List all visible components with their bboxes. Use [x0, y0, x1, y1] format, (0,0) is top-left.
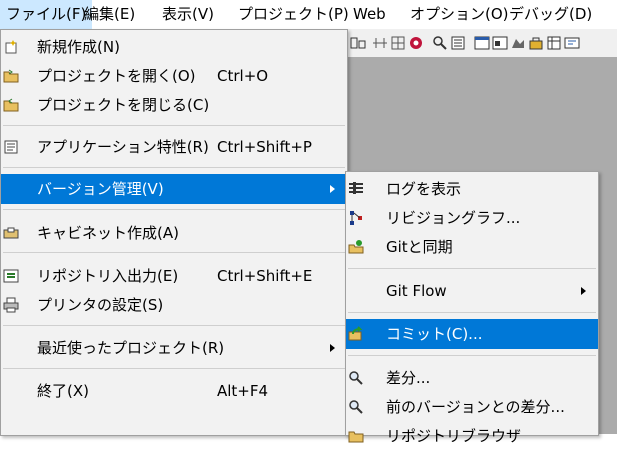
submenu-arrow-icon: [581, 287, 586, 295]
align-icon[interactable]: [350, 35, 366, 51]
menu-edit[interactable]: 編集(E): [78, 0, 141, 29]
menu-project[interactable]: プロジェクト(P): [232, 0, 355, 29]
open-folder-icon: [3, 69, 19, 83]
menu-item-label: キャビネット作成(A): [37, 224, 179, 242]
menu-view[interactable]: 表示(V): [156, 0, 220, 29]
menu-item-label: Gitと同期: [386, 238, 453, 256]
toolbar: [346, 29, 617, 58]
menu-separator: [348, 268, 596, 269]
menu-separator: [3, 125, 345, 126]
version-control-submenu: ログを表示 リビジョングラフ... Gitと同期 Git Flow コミット(C…: [345, 171, 599, 445]
file-menu: 新規作成(N) プロジェクトを開く(O) Ctrl+O プロジェクトを閉じる(C…: [0, 29, 348, 436]
menu-item-label: アプリケーション特性(R): [37, 138, 209, 156]
menu-item-diff-previous[interactable]: 前のバージョンとの差分...: [346, 392, 598, 422]
menu-separator: [348, 312, 596, 313]
menu-item-label: 新規作成(N): [37, 38, 120, 56]
menu-item-commit[interactable]: コミット(C)...: [346, 319, 598, 349]
menu-item-diff[interactable]: 差分...: [346, 363, 598, 393]
menu-item-show-log[interactable]: ログを表示: [346, 174, 598, 204]
menu-item-label: リポジトリ入出力(E): [37, 267, 179, 285]
menu-item-label: プロジェクトを開く(O): [37, 67, 196, 85]
data-view-icon[interactable]: [546, 35, 562, 51]
menu-separator: [3, 252, 345, 253]
menu-item-shortcut: Ctrl+Shift+P: [217, 138, 312, 156]
menu-item-label: プロジェクトを閉じる(C): [37, 96, 210, 114]
menu-item-git-sync[interactable]: Gitと同期: [346, 232, 598, 262]
menu-item-git-flow[interactable]: Git Flow: [346, 276, 598, 306]
menu-item-version-control[interactable]: バージョン管理(V): [1, 174, 347, 204]
menu-item-new[interactable]: 新規作成(N): [1, 32, 347, 62]
submenu-arrow-icon: [330, 344, 335, 352]
repository-browser-icon: [348, 431, 364, 443]
menu-item-repository-io[interactable]: リポジトリ入出力(E) Ctrl+Shift+E: [1, 261, 347, 291]
menu-item-exit[interactable]: 終了(X) Alt+F4: [1, 376, 347, 406]
toolbox-icon[interactable]: [528, 35, 544, 51]
menu-item-open-project[interactable]: プロジェクトを開く(O) Ctrl+O: [1, 61, 347, 91]
menu-item-label: 前のバージョンとの差分...: [386, 398, 565, 416]
menu-item-close-project[interactable]: プロジェクトを閉じる(C): [1, 90, 347, 120]
menu-bar: ファイル(F) 編集(E) 表示(V) プロジェクト(P) Web オプション(…: [0, 0, 617, 30]
visual-data-manager-icon[interactable]: [564, 35, 580, 51]
app-properties-icon: [4, 140, 18, 154]
diff-magnifier-icon: [349, 371, 363, 385]
new-project-icon: [5, 40, 17, 54]
record-icon[interactable]: [408, 35, 424, 51]
menu-item-label: 最近使ったプロジェクト(R): [37, 339, 225, 357]
distribute-icon[interactable]: [372, 35, 388, 51]
menu-separator: [348, 355, 596, 356]
menu-item-repository-browser[interactable]: リポジトリブラウザ: [346, 421, 598, 451]
menu-options[interactable]: オプション(O): [404, 0, 515, 29]
menu-item-shortcut: Alt+F4: [217, 382, 269, 400]
menu-item-label: コミット(C)...: [386, 325, 483, 343]
menu-item-label: バージョン管理(V): [37, 180, 164, 198]
menu-item-app-properties[interactable]: アプリケーション特性(R) Ctrl+Shift+P: [1, 132, 347, 162]
menu-item-label: プリンタの設定(S): [37, 296, 164, 314]
printer-icon: [3, 297, 19, 313]
menu-item-label: 終了(X): [37, 382, 89, 400]
menu-item-cabinet[interactable]: キャビネット作成(A): [1, 218, 347, 248]
object-browser-icon[interactable]: [510, 35, 526, 51]
git-sync-icon: [348, 240, 364, 254]
menu-item-recent-projects[interactable]: 最近使ったプロジェクト(R): [1, 333, 347, 363]
repository-icon: [3, 269, 19, 283]
commit-icon: [348, 326, 363, 341]
menu-item-label: Git Flow: [386, 282, 447, 300]
diff-previous-icon: [349, 400, 363, 414]
menu-item-label: ログを表示: [386, 180, 462, 198]
menu-separator: [3, 368, 345, 369]
properties-icon[interactable]: [450, 35, 466, 51]
grid-icon[interactable]: [390, 35, 406, 51]
menu-item-printer-setup[interactable]: プリンタの設定(S): [1, 290, 347, 320]
revision-graph-icon: [350, 211, 362, 225]
module-icon[interactable]: [492, 35, 508, 51]
menu-debug[interactable]: デバッグ(D): [503, 0, 598, 29]
menu-separator: [3, 325, 345, 326]
find-icon[interactable]: [432, 35, 448, 51]
menu-web[interactable]: Web: [347, 0, 392, 29]
form-icon[interactable]: [474, 35, 490, 51]
menu-item-shortcut: Ctrl+Shift+E: [217, 267, 313, 285]
log-icon: [349, 182, 363, 194]
menu-item-label: 差分...: [386, 369, 431, 387]
cabinet-icon: [3, 227, 19, 239]
submenu-arrow-icon: [330, 185, 335, 193]
menu-separator: [3, 209, 345, 210]
menu-item-label: リポジトリブラウザ: [386, 427, 522, 445]
menu-item-label: リビジョングラフ...: [386, 209, 521, 227]
menu-item-shortcut: Ctrl+O: [217, 67, 269, 85]
menu-separator: [3, 167, 345, 168]
menu-item-revision-graph[interactable]: リビジョングラフ...: [346, 203, 598, 233]
close-folder-icon: [3, 98, 19, 112]
